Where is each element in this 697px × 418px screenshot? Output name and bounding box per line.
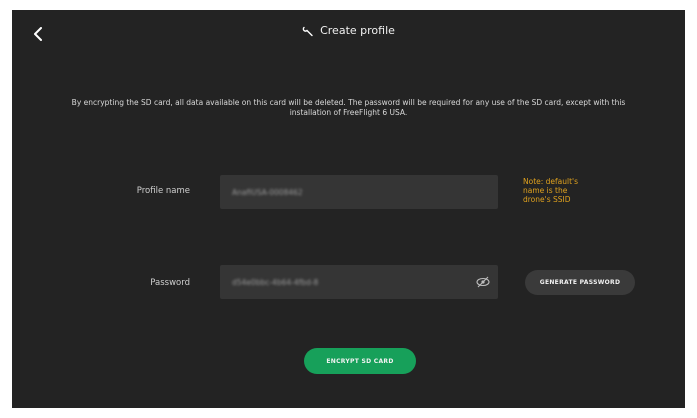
page-title: Create profile bbox=[320, 24, 395, 37]
wrench-icon bbox=[302, 26, 313, 36]
page-header: Create profile bbox=[12, 24, 685, 37]
create-profile-screen: Create profile By encrypting the SD card… bbox=[12, 10, 685, 408]
password-field[interactable] bbox=[220, 265, 498, 299]
profile-name-note: Note: default's name is the drone's SSID bbox=[523, 177, 579, 204]
profile-name-input[interactable] bbox=[230, 186, 488, 198]
eye-icon[interactable] bbox=[476, 276, 490, 288]
encryption-warning: By encrypting the SD card, all data avai… bbox=[71, 98, 626, 117]
password-input[interactable] bbox=[230, 276, 488, 288]
profile-name-label: Profile name bbox=[136, 186, 190, 196]
profile-name-field[interactable] bbox=[220, 175, 498, 209]
password-label: Password bbox=[150, 278, 190, 288]
generate-password-button[interactable]: GENERATE PASSWORD bbox=[525, 270, 635, 295]
encrypt-sd-card-button[interactable]: ENCRYPT SD CARD bbox=[304, 348, 416, 374]
